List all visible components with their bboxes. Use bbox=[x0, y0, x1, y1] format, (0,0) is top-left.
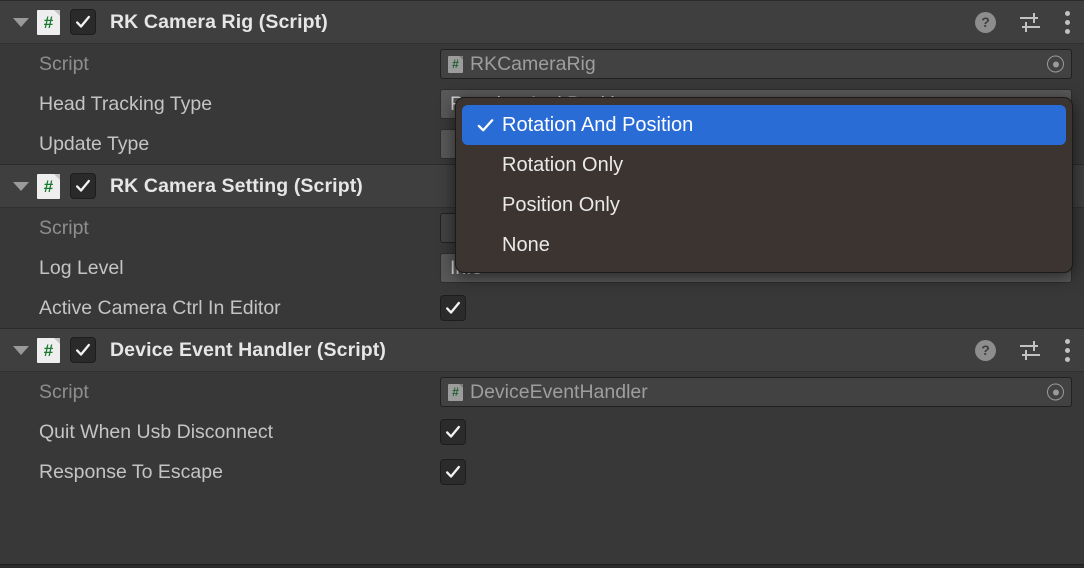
dropdown-option-rotation-and-position[interactable]: Rotation And Position bbox=[462, 105, 1066, 145]
property-field-active-camera-ctrl-in-editor bbox=[440, 295, 1084, 321]
kebab-menu-icon[interactable] bbox=[1064, 338, 1070, 362]
csharp-script-icon: # bbox=[448, 55, 463, 73]
dropdown-option-label: Position Only bbox=[502, 193, 620, 216]
object-picker-dot bbox=[1052, 389, 1059, 395]
property-label-script: Script bbox=[39, 52, 89, 75]
component-title-rk-camera-setting: RK Camera Setting (Script) bbox=[110, 174, 363, 197]
kebab-dot bbox=[1064, 19, 1070, 25]
object-field-script[interactable]: # DeviceEventHandler bbox=[440, 377, 1072, 407]
dropdown-option-label: Rotation Only bbox=[502, 153, 624, 176]
check-icon bbox=[445, 301, 461, 314]
dropdown-option-label: None bbox=[502, 233, 550, 256]
kebab-dot bbox=[1064, 28, 1070, 34]
component-header-device-event-handler[interactable]: # Device Event Handler (Script) ? bbox=[0, 328, 1084, 372]
property-field-quit-when-usb-disconnect bbox=[440, 419, 1084, 445]
kebab-dot bbox=[1064, 10, 1070, 16]
foldout-toggle-rk-camera-setting[interactable] bbox=[10, 175, 32, 197]
property-row-script: Script # DeviceEventHandler bbox=[0, 372, 1084, 412]
check-icon bbox=[445, 465, 461, 478]
property-row-script: Script # RKCameraRig bbox=[0, 44, 1084, 84]
checkbox-quit-when-usb-disconnect[interactable] bbox=[440, 419, 466, 445]
property-label-response-to-escape: Response To Escape bbox=[39, 460, 223, 483]
csharp-script-icon: # bbox=[37, 337, 60, 363]
property-row-quit-when-usb-disconnect: Quit When Usb Disconnect bbox=[0, 412, 1084, 452]
object-field-script[interactable]: # RKCameraRig bbox=[440, 49, 1072, 79]
unity-inspector-panel: # RK Camera Rig (Script) ? Script # RKCa… bbox=[0, 0, 1084, 568]
bottom-divider bbox=[0, 564, 1084, 568]
kebab-dot bbox=[1064, 356, 1070, 362]
property-label-quit-when-usb-disconnect: Quit When Usb Disconnect bbox=[39, 420, 274, 443]
object-picker-icon[interactable] bbox=[1047, 55, 1064, 73]
component-body-device-event-handler: Script # DeviceEventHandler Quit When Us… bbox=[0, 372, 1084, 492]
object-field-value: DeviceEventHandler bbox=[470, 380, 648, 403]
csharp-script-icon: # bbox=[37, 173, 60, 199]
selected-check-icon bbox=[476, 116, 502, 135]
check-icon bbox=[75, 343, 91, 356]
property-row-active-camera-ctrl-in-editor: Active Camera Ctrl In Editor bbox=[0, 288, 1084, 328]
component-header-rk-camera-rig[interactable]: # RK Camera Rig (Script) ? bbox=[0, 0, 1084, 44]
help-icon[interactable]: ? bbox=[975, 11, 996, 33]
check-icon bbox=[75, 179, 91, 192]
help-icon[interactable]: ? bbox=[975, 339, 996, 361]
kebab-dot bbox=[1064, 338, 1070, 344]
dropdown-option-rotation-only[interactable]: Rotation Only bbox=[462, 145, 1066, 185]
checkbox-active-camera-ctrl-in-editor[interactable] bbox=[440, 295, 466, 321]
check-icon bbox=[75, 15, 91, 28]
property-field-response-to-escape bbox=[440, 459, 1084, 485]
property-label-script: Script bbox=[39, 380, 89, 403]
dropdown-option-label: Rotation And Position bbox=[502, 113, 694, 136]
property-label-log-level: Log Level bbox=[39, 256, 124, 279]
component-enabled-checkbox-device-event-handler[interactable] bbox=[70, 337, 96, 363]
property-field-script: # RKCameraRig bbox=[440, 49, 1084, 79]
checkbox-response-to-escape[interactable] bbox=[440, 459, 466, 485]
component-title-device-event-handler: Device Event Handler (Script) bbox=[110, 338, 386, 361]
foldout-toggle-device-event-handler[interactable] bbox=[10, 339, 32, 361]
csharp-script-icon: # bbox=[448, 383, 463, 401]
header-icon-group-device-event-handler: ? bbox=[975, 329, 1070, 371]
component-enabled-checkbox-rk-camera-setting[interactable] bbox=[70, 173, 96, 199]
object-picker-dot bbox=[1052, 61, 1059, 67]
dropdown-option-position-only[interactable]: Position Only bbox=[462, 185, 1066, 225]
property-label-active-camera-ctrl-in-editor: Active Camera Ctrl In Editor bbox=[39, 296, 281, 319]
property-label-head-tracking-type: Head Tracking Type bbox=[39, 92, 213, 115]
check-icon bbox=[445, 425, 461, 438]
chevron-down-icon bbox=[13, 181, 29, 191]
enum-dropdown-popup-head-tracking-type[interactable]: Rotation And Position Rotation Only Posi… bbox=[455, 97, 1073, 273]
component-title-rk-camera-rig: RK Camera Rig (Script) bbox=[110, 10, 328, 33]
kebab-menu-icon[interactable] bbox=[1064, 10, 1070, 34]
csharp-script-icon: # bbox=[37, 9, 60, 35]
object-field-value: RKCameraRig bbox=[470, 52, 596, 75]
property-label-script: Script bbox=[39, 216, 89, 239]
chevron-down-icon bbox=[13, 17, 29, 27]
chevron-down-icon bbox=[13, 345, 29, 355]
preset-icon[interactable] bbox=[1018, 11, 1042, 33]
foldout-toggle-rk-camera-rig[interactable] bbox=[10, 11, 32, 33]
component-enabled-checkbox-rk-camera-rig[interactable] bbox=[70, 9, 96, 35]
property-field-script: # DeviceEventHandler bbox=[440, 377, 1084, 407]
preset-icon[interactable] bbox=[1018, 339, 1042, 361]
property-label-update-type: Update Type bbox=[39, 132, 150, 155]
property-row-response-to-escape: Response To Escape bbox=[0, 452, 1084, 492]
header-icon-group-rk-camera-rig: ? bbox=[975, 1, 1070, 43]
kebab-dot bbox=[1064, 347, 1070, 353]
dropdown-option-none[interactable]: None bbox=[462, 225, 1066, 265]
object-picker-icon[interactable] bbox=[1047, 383, 1064, 401]
